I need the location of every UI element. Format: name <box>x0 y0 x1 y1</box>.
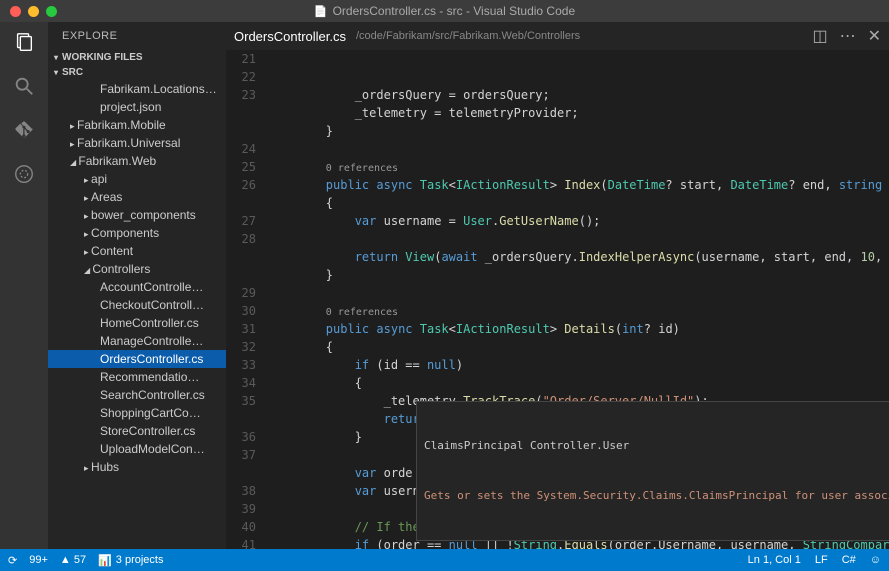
editor-tabs: OrdersController.cs /code/Fabrikam/src/F… <box>226 22 889 50</box>
statusbar: ⟳ 99+ ▲ 57 📊 3 projects Ln 1, Col 1 LF C… <box>0 549 889 571</box>
tree-file[interactable]: project.json <box>48 98 226 116</box>
file-tree: Fabrikam.Locations…project.jsonFabrikam.… <box>48 80 226 549</box>
tree-folder[interactable]: api <box>48 170 226 188</box>
tree-folder[interactable]: Content <box>48 242 226 260</box>
tree-file[interactable]: ShoppingCartCo… <box>48 404 226 422</box>
status-projects[interactable]: 📊 3 projects <box>98 554 163 567</box>
tree-folder[interactable]: Components <box>48 224 226 242</box>
sidebar-title: EXPLORE <box>48 22 226 50</box>
tab-path: /code/Fabrikam/src/Fabrikam.Web/Controll… <box>356 30 580 42</box>
status-warnings[interactable]: ▲ 57 <box>60 554 86 566</box>
tree-file[interactable]: OrdersController.cs <box>48 350 226 368</box>
src-header[interactable]: SRC <box>48 65 226 80</box>
close-tab-icon[interactable]: ✕ <box>868 26 881 46</box>
minimize-window[interactable] <box>28 6 39 17</box>
close-window[interactable] <box>10 6 21 17</box>
tree-file[interactable]: Recommendatio… <box>48 368 226 386</box>
file-icon <box>314 4 328 18</box>
tree-file[interactable]: Fabrikam.Locations… <box>48 80 226 98</box>
tree-file[interactable]: ManageControlle… <box>48 332 226 350</box>
code-content[interactable]: _ordersQuery = ordersQuery; _telemetry =… <box>268 50 889 549</box>
tree-file[interactable]: UploadModelCon… <box>48 440 226 458</box>
window-title: OrdersController.cs - src - Visual Studi… <box>314 4 575 18</box>
editor: OrdersController.cs /code/Fabrikam/src/F… <box>226 22 889 549</box>
tooltip-description: Gets or sets the System.Security.Claims.… <box>424 488 889 505</box>
tree-file[interactable]: AccountControlle… <box>48 278 226 296</box>
code-area[interactable]: 2122232425262728293031323334353637383940… <box>226 50 889 549</box>
tree-file[interactable]: SearchController.cs <box>48 386 226 404</box>
status-sync[interactable]: ⟳ <box>8 554 17 567</box>
maximize-window[interactable] <box>46 6 57 17</box>
hover-tooltip: ClaimsPrincipal Controller.User Gets or … <box>416 401 889 541</box>
tree-folder[interactable]: Areas <box>48 188 226 206</box>
line-numbers: 2122232425262728293031323334353637383940… <box>226 50 268 549</box>
tree-folder[interactable]: Controllers <box>48 260 226 278</box>
tree-folder[interactable]: bower_components <box>48 206 226 224</box>
tooltip-signature: ClaimsPrincipal Controller.User <box>424 438 889 455</box>
tree-folder[interactable]: Hubs <box>48 458 226 476</box>
search-icon[interactable] <box>12 74 36 98</box>
window-controls <box>0 6 57 17</box>
sidebar: EXPLORE WORKING FILES SRC Fabrikam.Locat… <box>48 22 226 549</box>
split-editor-icon[interactable]: ◫ <box>812 26 827 46</box>
status-notifications[interactable]: 99+ <box>29 554 48 566</box>
tree-folder[interactable]: Fabrikam.Universal <box>48 134 226 152</box>
window-title-text: OrdersController.cs - src - Visual Studi… <box>333 4 576 18</box>
explorer-icon[interactable] <box>12 30 36 54</box>
tree-file[interactable]: CheckoutControll… <box>48 296 226 314</box>
activity-bar <box>0 22 48 549</box>
status-feedback[interactable]: ☺ <box>870 554 881 566</box>
tab-filename[interactable]: OrdersController.cs <box>234 29 346 44</box>
debug-icon[interactable] <box>12 162 36 186</box>
git-icon[interactable] <box>12 118 36 142</box>
status-language[interactable]: C# <box>842 554 856 566</box>
tree-file[interactable]: HomeController.cs <box>48 314 226 332</box>
titlebar: OrdersController.cs - src - Visual Studi… <box>0 0 889 22</box>
status-position[interactable]: Ln 1, Col 1 <box>748 554 801 566</box>
tree-folder[interactable]: Fabrikam.Mobile <box>48 116 226 134</box>
tree-file[interactable]: StoreController.cs <box>48 422 226 440</box>
working-files-header[interactable]: WORKING FILES <box>48 50 226 65</box>
tree-folder[interactable]: Fabrikam.Web <box>48 152 226 170</box>
status-eol[interactable]: LF <box>815 554 828 566</box>
more-icon[interactable]: ⋯ <box>840 26 856 46</box>
